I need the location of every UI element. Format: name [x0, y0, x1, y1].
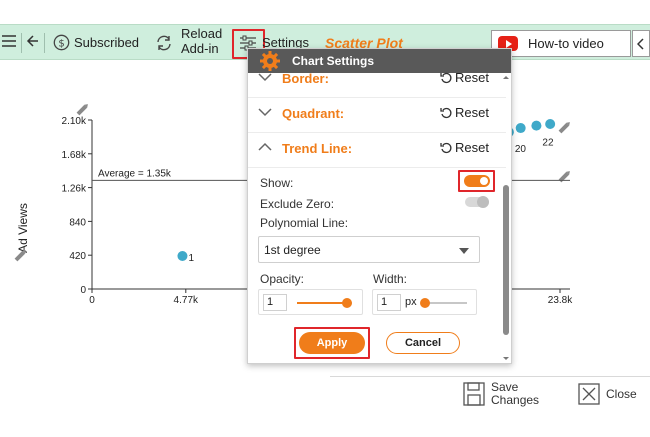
data-point [531, 120, 542, 131]
save-changes-button[interactable]: Save Changes [463, 381, 539, 407]
section-border[interactable]: Border: Reset [248, 63, 506, 98]
svg-text:$: $ [58, 39, 64, 50]
chevron-down-icon [258, 108, 272, 117]
opacity-slider-thumb[interactable] [341, 298, 352, 308]
section-label: Border: [282, 71, 329, 86]
y-axis-label: Ad Views [16, 203, 30, 253]
chart-settings-panel: Chart Settings Border: Reset Quadrant: R… [247, 48, 512, 364]
toolbar-divider [21, 33, 22, 53]
toolbar-divider [44, 33, 45, 53]
reload-label-line1: Reload [181, 26, 223, 41]
reload-addin-button[interactable]: Reload Add-in [181, 26, 222, 56]
save-changes-text: Save Changes [491, 381, 539, 407]
close-icon [578, 383, 600, 405]
chevron-left-icon [637, 37, 644, 50]
section-quadrant[interactable]: Quadrant: Reset [248, 98, 506, 133]
data-point [515, 123, 526, 134]
subscribed-button[interactable]: $ Subscribed [53, 34, 139, 51]
data-point-label: 22 [542, 138, 554, 149]
reload-label-line2: Add-in [181, 41, 219, 56]
reset-button[interactable]: Reset [440, 140, 489, 155]
data-point [177, 251, 188, 262]
close-label: Close [606, 387, 637, 401]
data-point-label: 20 [515, 144, 527, 155]
chevron-down-icon [258, 73, 272, 82]
x-tick-label: 23.8k [548, 295, 573, 306]
x-tick-label: 0 [89, 295, 95, 306]
dropdown-arrow-icon [459, 248, 469, 254]
polynomial-line-label: Polynomial Line: [260, 216, 349, 230]
cancel-button[interactable]: Cancel [386, 332, 460, 354]
x-tick-label: 4.77k [174, 295, 199, 306]
data-point [545, 119, 556, 130]
reset-icon [440, 142, 452, 153]
y-tick-label: 1.68k [62, 150, 87, 161]
width-control: 1 px [372, 289, 477, 315]
y-ticks: 0 420 840 1.26k 1.68k 2.10k [62, 116, 92, 296]
width-label: Width: [373, 272, 408, 286]
reset-label: Reset [455, 105, 489, 120]
reset-icon [440, 107, 452, 118]
panel-scrollbar[interactable] [501, 73, 511, 363]
opacity-input[interactable]: 1 [263, 294, 287, 311]
apply-button[interactable]: Apply [299, 332, 365, 354]
toggle-knob [480, 177, 488, 185]
opacity-slider-track[interactable] [297, 298, 352, 308]
section-label: Trend Line: [282, 141, 353, 156]
menu-icon[interactable] [1, 33, 17, 49]
pencil-icon[interactable] [558, 121, 572, 134]
dollar-icon: $ [53, 34, 70, 51]
chevron-up-icon [258, 142, 272, 151]
data-point-label: 1 [188, 253, 194, 264]
y-tick-label: 0 [80, 285, 86, 296]
y-tick-label: 1.26k [62, 184, 87, 195]
opacity-label: Opacity: [260, 272, 305, 286]
howto-video-button[interactable]: How-to video [491, 30, 631, 57]
save-icon [463, 382, 485, 406]
reset-label: Reset [455, 140, 489, 155]
y-tick-label: 840 [69, 217, 86, 228]
reset-icon [440, 72, 452, 83]
y-axis-label-group: Ad Views [16, 203, 30, 253]
subscribed-label: Subscribed [74, 35, 140, 50]
collapse-chevron-button[interactable] [632, 30, 650, 57]
exclude-zero-label: Exclude Zero: [260, 197, 335, 211]
polynomial-degree-select[interactable]: 1st degree [258, 236, 480, 263]
section-label: Quadrant: [282, 106, 345, 121]
y-tick-label: 420 [69, 251, 86, 262]
width-unit: px [405, 296, 417, 308]
average-line-label: Average = 1.35k [98, 168, 172, 179]
width-input[interactable]: 1 [377, 294, 401, 311]
toggle-knob [477, 196, 489, 208]
reset-label: Reset [455, 70, 489, 85]
show-label: Show: [260, 176, 294, 190]
reload-icon[interactable] [155, 34, 173, 52]
pencil-icon[interactable] [76, 103, 90, 116]
howto-label: How-to video [528, 36, 604, 51]
reset-button[interactable]: Reset [440, 105, 489, 120]
save-label-line2: Changes [491, 393, 540, 407]
polynomial-selected-value: 1st degree [264, 242, 321, 257]
close-button[interactable]: Close [578, 383, 637, 405]
reset-button[interactable]: Reset [440, 70, 489, 85]
show-toggle[interactable] [464, 175, 490, 187]
footer-divider [330, 376, 650, 377]
width-slider-track[interactable] [420, 298, 467, 308]
section-trend-line[interactable]: Trend Line: Reset [248, 133, 506, 168]
opacity-control: 1 [258, 289, 363, 315]
back-arrow-icon[interactable] [26, 33, 40, 49]
exclude-zero-toggle[interactable] [465, 196, 489, 208]
y-tick-label: 2.10k [62, 116, 87, 127]
width-slider-thumb[interactable] [420, 298, 431, 308]
opacity-slider-fill [297, 302, 347, 304]
